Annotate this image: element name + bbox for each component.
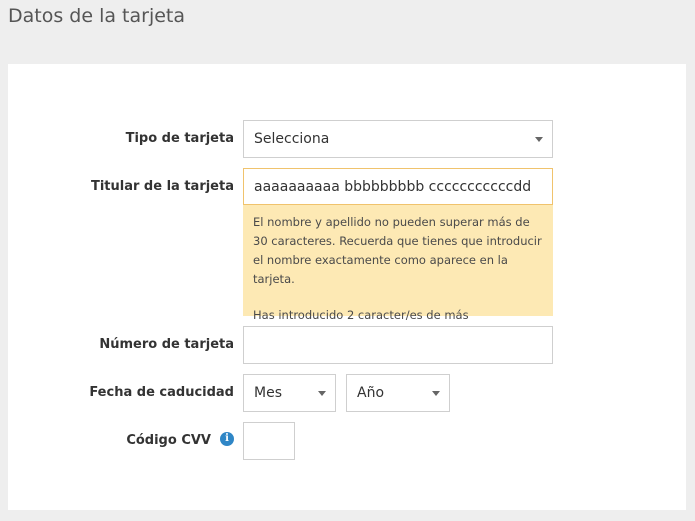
card-type-select[interactable]: Selecciona bbox=[243, 120, 553, 158]
expiry-year-selected-value: Año bbox=[357, 385, 385, 401]
card-holder-warning-message: El nombre y apellido no pueden superar m… bbox=[253, 215, 542, 286]
info-icon[interactable]: i bbox=[220, 432, 234, 446]
section-title: Datos de la tarjeta bbox=[8, 5, 186, 27]
cvv-label: Código CVV bbox=[126, 433, 211, 448]
card-holder-value: aaaaaaaaaa bbbbbbbbb cccccccccccdd bbox=[254, 178, 532, 195]
card-number-label: Número de tarjeta bbox=[99, 337, 234, 352]
cvv-input[interactable] bbox=[243, 422, 295, 460]
chevron-down-icon bbox=[535, 137, 543, 142]
expiry-month-select[interactable]: Mes bbox=[243, 374, 336, 412]
card-holder-input[interactable]: aaaaaaaaaa bbbbbbbbb cccccccccccdd bbox=[243, 168, 553, 205]
card-number-input[interactable] bbox=[243, 326, 553, 364]
expiry-date-label: Fecha de caducidad bbox=[89, 385, 234, 400]
card-type-selected-value: Selecciona bbox=[254, 131, 330, 147]
card-holder-error-message: Has introducido 2 caracter/es de más bbox=[253, 308, 469, 322]
card-holder-warning: El nombre y apellido no pueden superar m… bbox=[243, 205, 553, 322]
chevron-down-icon bbox=[432, 391, 440, 396]
card-details-panel: Tipo de tarjeta Selecciona Titular de la… bbox=[8, 64, 686, 510]
expiry-year-select[interactable]: Año bbox=[346, 374, 450, 412]
expiry-month-selected-value: Mes bbox=[254, 385, 282, 401]
chevron-down-icon bbox=[318, 391, 326, 396]
card-holder-label: Titular de la tarjeta bbox=[90, 179, 234, 194]
card-type-label: Tipo de tarjeta bbox=[125, 131, 234, 146]
